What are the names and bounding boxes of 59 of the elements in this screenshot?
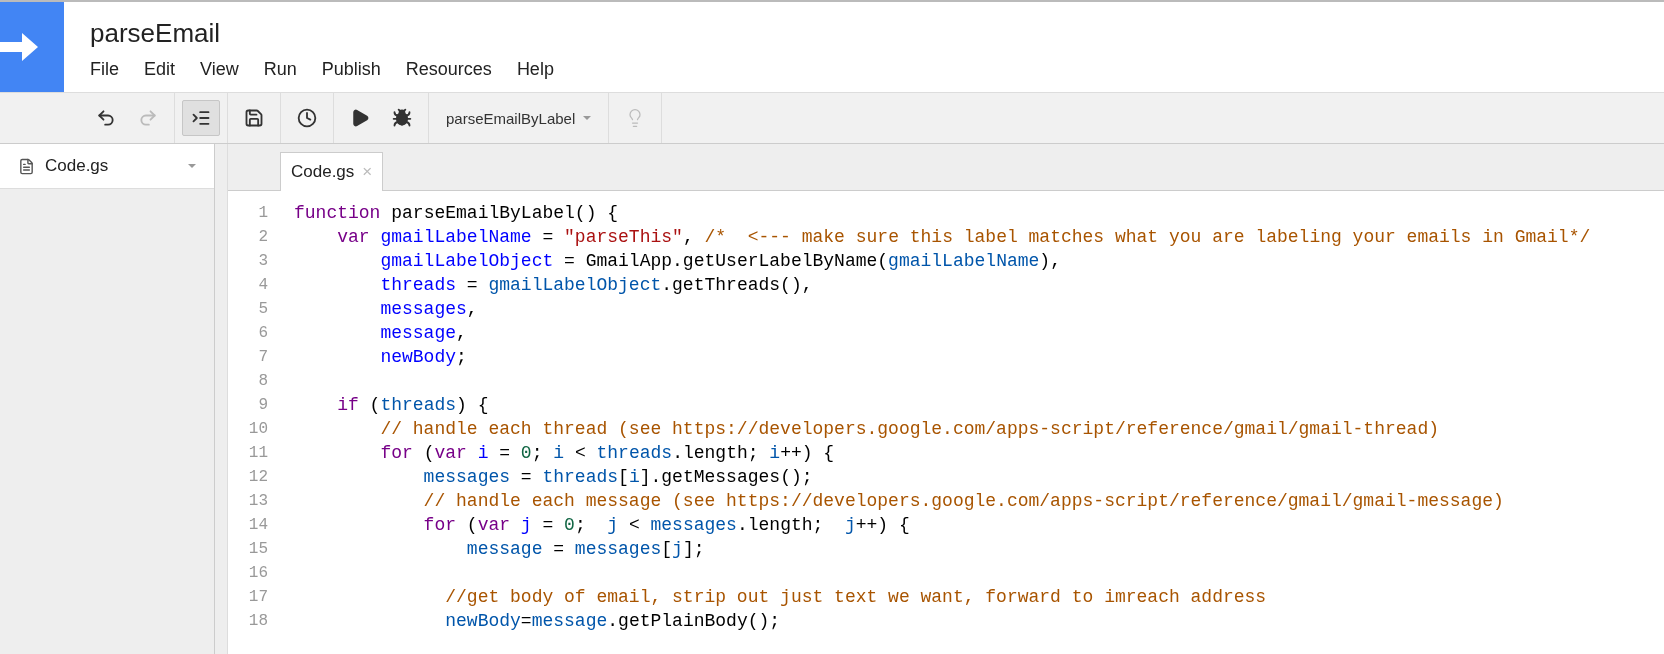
- code-line: gmailLabelObject = GmailApp.getUserLabelByName(gmailLabelName),: [379, 251, 1061, 271]
- undo-icon: [96, 108, 116, 128]
- save-icon: [244, 108, 264, 128]
- editor-tab[interactable]: Code.gs ×: [280, 152, 384, 191]
- caret-icon: [583, 116, 592, 120]
- line-number: 10: [247, 420, 268, 438]
- arrow-icon: [0, 30, 40, 64]
- function-select[interactable]: parseEmailByLabel: [436, 109, 602, 127]
- tab-label: Code.gs: [291, 162, 355, 182]
- line-number: 16: [247, 564, 268, 582]
- menu-item[interactable]: Resources: [405, 59, 492, 80]
- line-number: 17: [247, 588, 268, 606]
- code-line: message = messages[j];: [465, 539, 705, 559]
- code-line: message,: [379, 323, 467, 343]
- menu-item[interactable]: Edit: [144, 59, 176, 80]
- line-number: 7: [257, 348, 268, 366]
- code-line: messages,: [379, 299, 478, 319]
- code-line: messages = threads[i].getMessages();: [422, 467, 813, 487]
- menu-item[interactable]: File: [90, 59, 119, 80]
- code-line: newBody;: [379, 347, 467, 367]
- code-line: newBody=message.getPlainBody();: [444, 611, 781, 631]
- menu-item[interactable]: Run: [263, 59, 297, 80]
- project-title[interactable]: parseEmail: [90, 18, 554, 49]
- code-line: //get body of email, strip out just text we want, forward to imreach address: [444, 587, 1267, 607]
- caret-icon: [188, 164, 196, 168]
- line-number: 18: [247, 612, 268, 630]
- line-number: 6: [257, 324, 268, 342]
- bug-icon: [392, 108, 412, 128]
- line-number: 2: [257, 228, 268, 246]
- line-number: 14: [247, 516, 268, 534]
- file-icon: [18, 157, 35, 175]
- code-line: // handle each message (see https://developers.google.com/apps-script/reference/gmail/gmail-message): [422, 491, 1504, 511]
- code-line: // handle each thread (see https://developers.google.com/apps-script/reference/gmail/gmail-thread): [379, 419, 1439, 439]
- code-line: threads = gmailLabelObject.getThreads(),: [379, 275, 813, 295]
- clock-icon: [297, 108, 317, 128]
- code-line: var gmailLabelName = "parseThis", /* <--- make sure this label matches what you are labeling your emails in Gmail*/: [336, 227, 1591, 247]
- sidebar-file-entry[interactable]: Code.gs: [0, 144, 214, 189]
- indent-button[interactable]: [182, 100, 220, 136]
- indent-icon: [191, 108, 211, 128]
- line-number: 1: [257, 204, 268, 222]
- redo-icon: [138, 108, 158, 128]
- code-line: function parseEmailByLabel() {: [294, 203, 619, 223]
- line-number: 5: [257, 300, 268, 318]
- line-number: 8: [257, 372, 268, 390]
- code-line: for (var j = 0; j < messages.length; j++) {: [422, 515, 910, 535]
- line-number: 9: [257, 396, 268, 414]
- code-line: if (threads) {: [336, 395, 489, 415]
- line-number: 4: [257, 276, 268, 294]
- line-number: 12: [247, 468, 268, 486]
- menu-item[interactable]: View: [200, 59, 239, 80]
- line-number: 3: [257, 252, 268, 270]
- line-number: 15: [247, 540, 268, 558]
- line-number: 13: [247, 492, 268, 510]
- line-number: 11: [247, 444, 268, 462]
- menu-item[interactable]: Help: [516, 59, 554, 80]
- play-icon: [350, 108, 370, 128]
- file-name: Code.gs: [45, 156, 109, 176]
- menu-item[interactable]: Publish: [321, 59, 381, 80]
- code-line: for (var i = 0; i < threads.length; i++) {: [379, 443, 835, 463]
